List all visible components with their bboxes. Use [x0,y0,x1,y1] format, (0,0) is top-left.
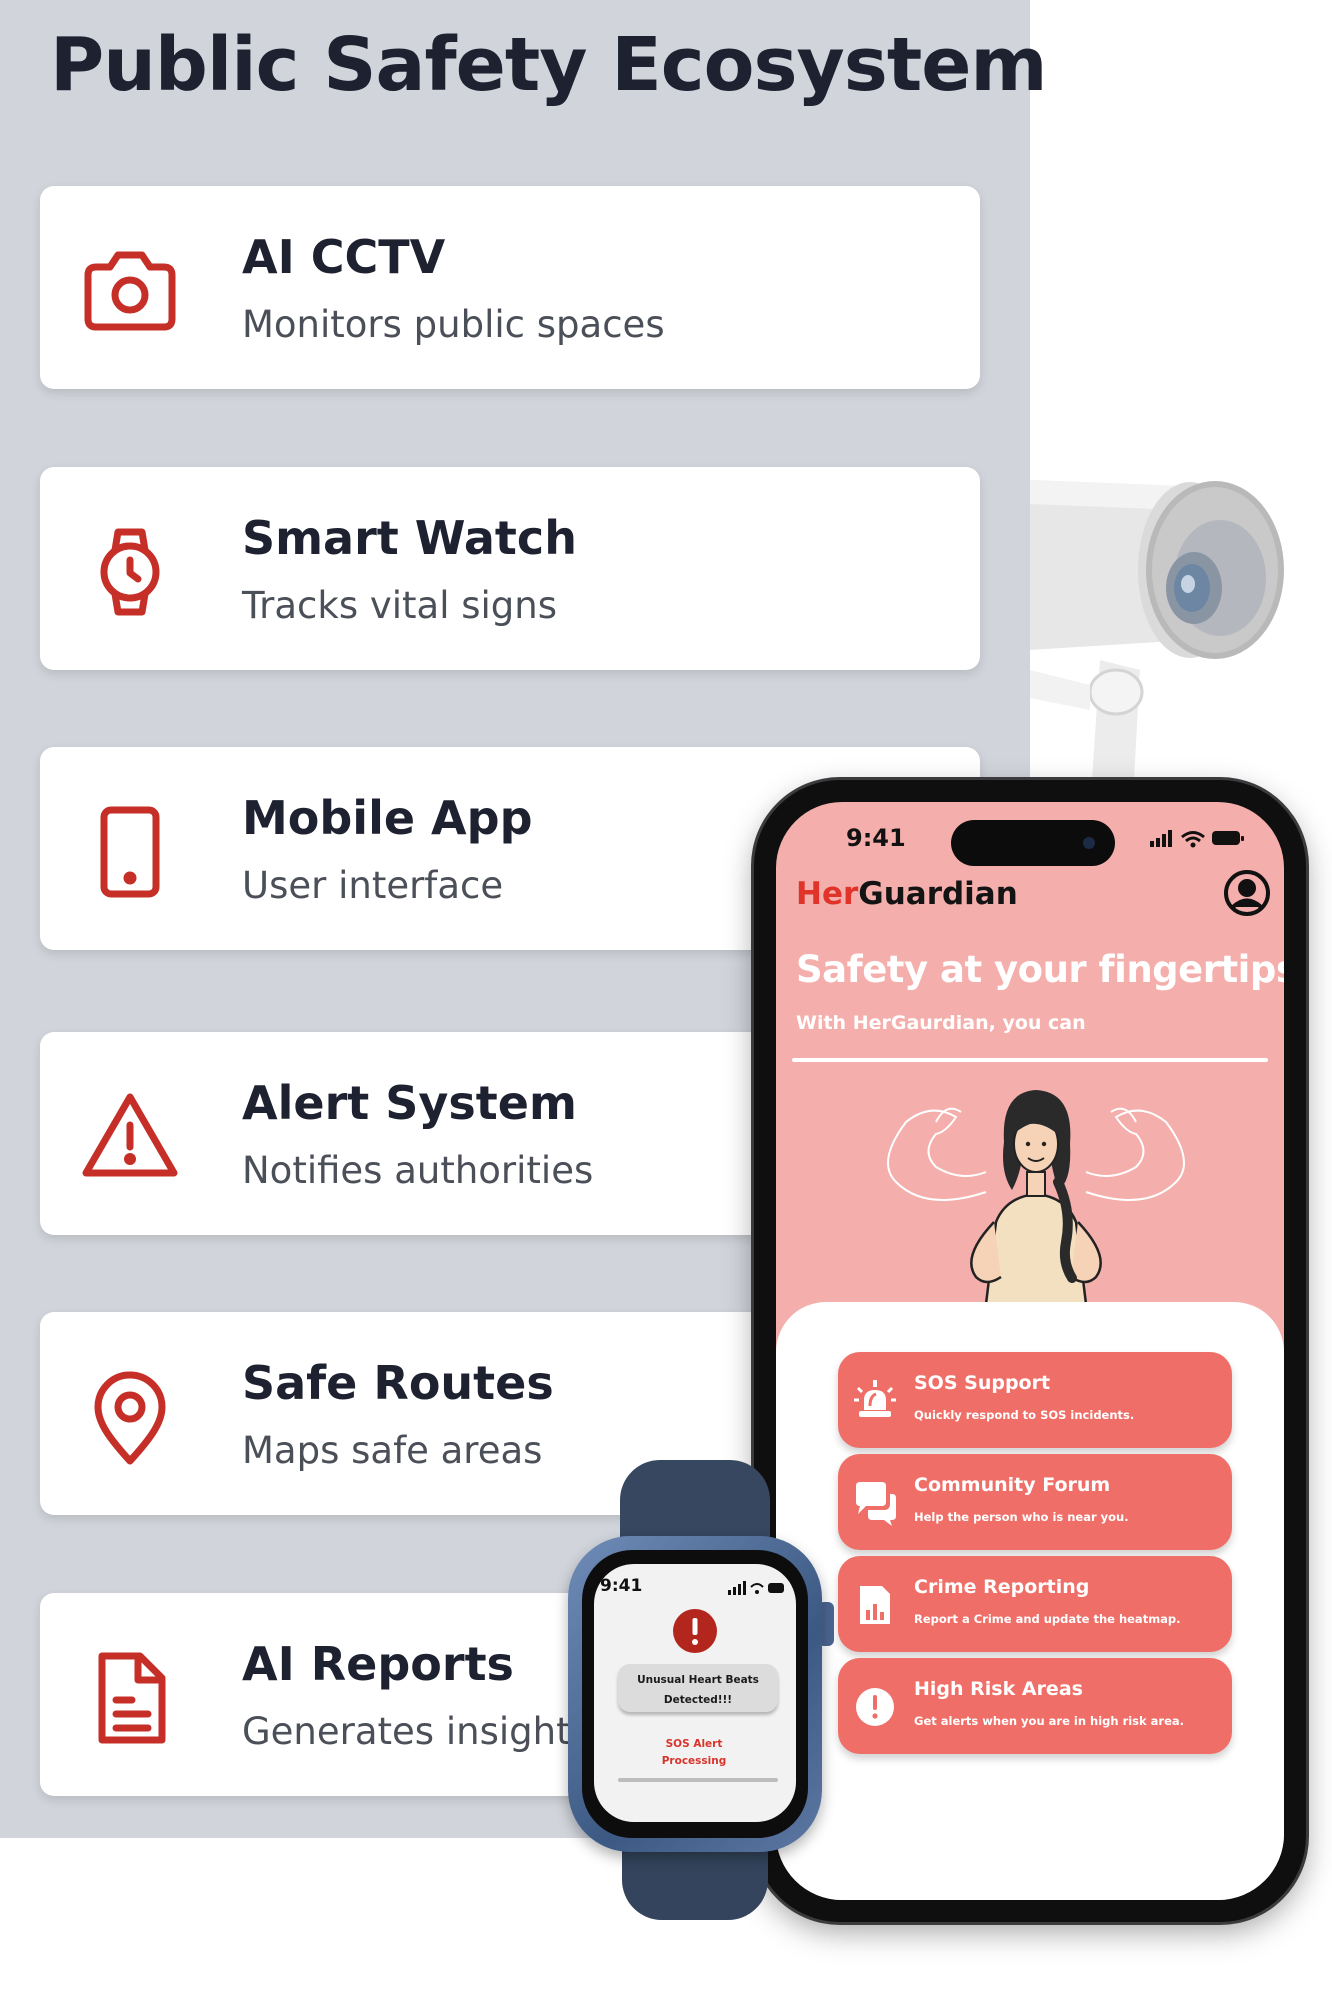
brand-her: Her [796,876,859,912]
feature-title: Crime Reporting [914,1576,1090,1598]
card-description: Notifies authorities [242,1149,594,1192]
alert-circle-icon [852,1684,898,1730]
card-smart-watch[interactable]: Smart Watch Tracks vital signs [40,467,980,670]
watch-icon [80,522,180,622]
feature-high-risk-areas[interactable]: High Risk Areas Get alerts when you are … [838,1658,1232,1754]
status-icons [1150,828,1246,848]
tablet-icon [80,802,180,902]
card-title: Alert System [242,1076,577,1130]
watch-screen-bezel: 9:41 Unusual Heart Beats Detected!!! SOS… [582,1550,808,1838]
card-description: Monitors public spaces [242,303,665,346]
dynamic-island [951,820,1115,866]
map-pin-icon [80,1367,180,1467]
feature-description: Get alerts when you are in high risk are… [914,1714,1185,1728]
features-sheet: SOS Support Quickly respond to SOS incid… [776,1302,1284,1900]
smart-watch-mockup: 9:41 Unusual Heart Beats Detected!!! SOS… [568,1536,822,1852]
heart-alert-card[interactable]: Unusual Heart Beats Detected!!! [618,1664,778,1712]
brand-guardian: Guardian [858,876,1018,912]
feature-community-forum[interactable]: Community Forum Help the person who is n… [838,1454,1232,1550]
sos-status-text: SOS Alert Processing [661,1738,727,1767]
card-title: Smart Watch [242,511,577,565]
chat-icon [852,1480,898,1526]
hero-subtitle: With HerGaurdian, you can [796,1012,1086,1034]
siren-icon [852,1378,898,1424]
hero-title: Safety at your fingertips [796,948,1284,991]
phone-mockup: 9:41 HerGuardian Safety at your fingerti… [754,780,1306,1922]
warning-icon [80,1087,180,1187]
hero-divider [792,1058,1268,1062]
sos-progress-bar [618,1778,778,1782]
card-description: Maps safe areas [242,1429,543,1472]
card-ai-cctv[interactable]: AI CCTV Monitors public spaces [40,186,980,389]
phone-screen: 9:41 HerGuardian Safety at your fingerti… [776,802,1284,1900]
watch-status-icons [728,1580,784,1595]
app-brand: HerGuardian [796,876,1018,912]
feature-sos-support[interactable]: SOS Support Quickly respond to SOS incid… [838,1352,1232,1448]
card-title: AI CCTV [242,230,446,284]
strong-woman-illustration [836,1072,1236,1306]
card-description: Tracks vital signs [242,584,558,627]
feature-title: SOS Support [914,1372,1051,1394]
alert-icon [672,1608,718,1654]
feature-description: Help the person who is near you. [914,1510,1129,1524]
card-description: Generates insights [242,1710,590,1753]
document-icon [80,1648,180,1748]
heart-alert-text: Unusual Heart Beats Detected!!! [637,1674,759,1706]
watch-time: 9:41 [600,1576,643,1596]
camera-icon [80,241,180,341]
watch-display: 9:41 Unusual Heart Beats Detected!!! SOS… [594,1564,796,1822]
report-chart-icon [852,1582,898,1628]
feature-crime-reporting[interactable]: Crime Reporting Report a Crime and updat… [838,1556,1232,1652]
page-title: Public Safety Ecosystem [50,22,1047,108]
feature-description: Quickly respond to SOS incidents. [914,1408,1135,1422]
card-title: Mobile App [242,791,533,845]
card-title: Safe Routes [242,1356,554,1410]
feature-title: Community Forum [914,1474,1111,1496]
feature-title: High Risk Areas [914,1678,1083,1700]
feature-description: Report a Crime and update the heatmap. [914,1612,1181,1626]
card-title: AI Reports [242,1637,514,1691]
cctv-camera-image [1030,470,1332,780]
card-description: User interface [242,864,504,907]
status-time: 9:41 [846,824,906,852]
profile-icon[interactable] [1222,868,1272,918]
